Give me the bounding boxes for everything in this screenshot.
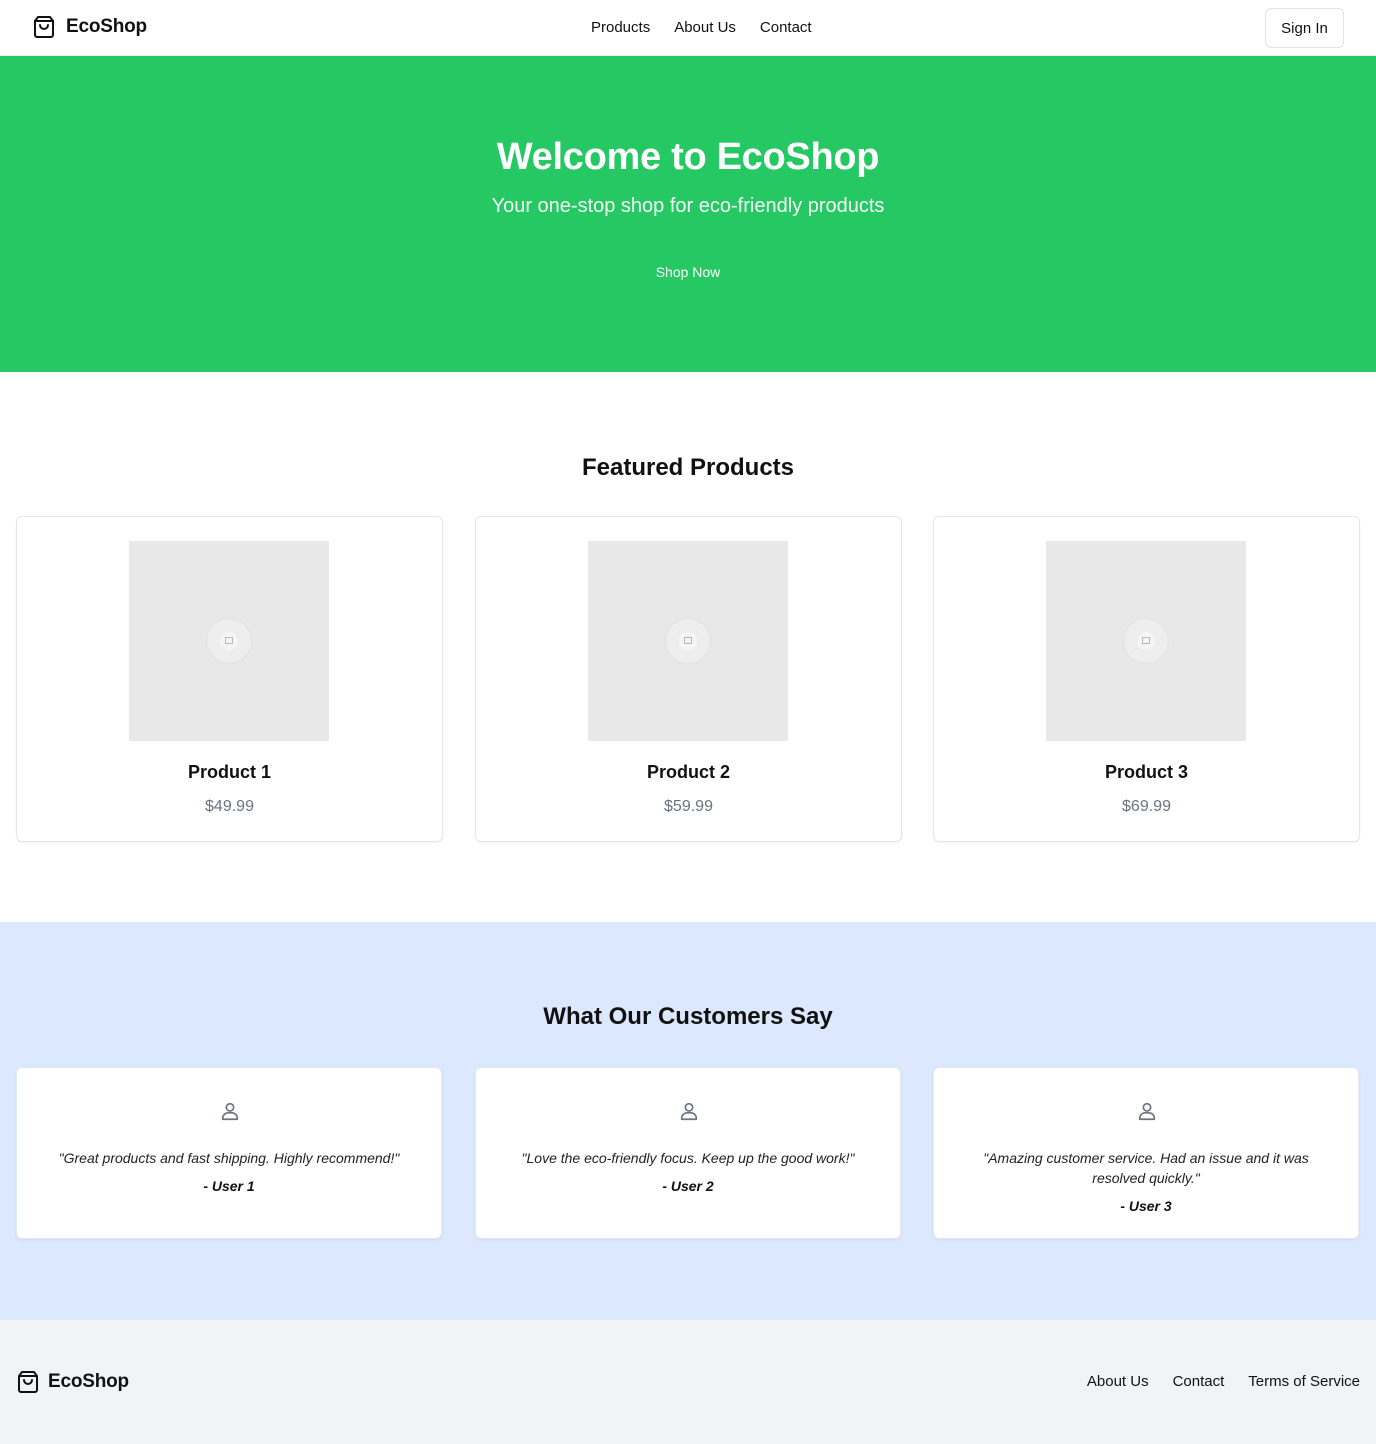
brand-name: EcoShop	[66, 16, 147, 37]
product-card[interactable]: Product 3 $69.99	[933, 516, 1360, 842]
footer-brand-name: EcoShop	[48, 1371, 129, 1392]
testimonial-card: "Amazing customer service. Had an issue …	[933, 1067, 1359, 1239]
testimonial-card: "Great products and fast shipping. Highl…	[16, 1067, 442, 1239]
footer-brand-logo[interactable]: EcoShop	[16, 1370, 129, 1394]
product-card[interactable]: Product 1 $49.99	[16, 516, 443, 842]
product-name: Product 1	[187, 762, 271, 782]
sign-in-button[interactable]: Sign In	[1265, 8, 1344, 48]
testimonial-quote: "Amazing customer service. Had an issue …	[983, 1150, 1309, 1186]
footer-link-contact[interactable]: Contact	[1173, 1372, 1225, 1392]
testimonial-author: - User 1	[203, 1178, 255, 1194]
site-footer: EcoShop About Us Contact Terms of Servic…	[0, 1320, 1376, 1444]
testimonials-section: What Our Customers Say "Great products a…	[0, 922, 1376, 1320]
product-image[interactable]	[588, 541, 788, 741]
broken-image-icon	[206, 618, 252, 664]
testimonials-title: What Our Customers Say	[543, 1003, 833, 1030]
testimonial-quote: "Great products and fast shipping. Highl…	[58, 1150, 400, 1166]
nav-link-about-us[interactable]: About Us	[674, 18, 736, 38]
nav-link-contact[interactable]: Contact	[760, 18, 812, 38]
user-icon	[1138, 1102, 1156, 1121]
user-icon	[680, 1102, 698, 1121]
product-name: Product 2	[646, 762, 730, 782]
product-card[interactable]: Product 2 $59.99	[475, 516, 902, 842]
brand-logo[interactable]: EcoShop	[32, 15, 147, 39]
shop-now-button[interactable]: Shop Now	[628, 254, 748, 290]
footer-nav: About Us Contact Terms of Service	[1087, 1372, 1360, 1392]
hero-subtitle: Your one-stop shop for eco-friendly prod…	[491, 195, 885, 217]
testimonial-author: - User 2	[662, 1178, 714, 1194]
hero-section: Welcome to EcoShop Your one-stop shop fo…	[0, 56, 1376, 372]
user-icon	[221, 1102, 239, 1121]
main-nav: Products About Us Contact	[591, 18, 812, 38]
testimonial-author: - User 3	[1120, 1198, 1172, 1214]
testimonial-quote: "Love the eco-friendly focus. Keep up th…	[521, 1150, 855, 1166]
testimonial-card: "Love the eco-friendly focus. Keep up th…	[475, 1067, 901, 1239]
product-image[interactable]	[129, 541, 329, 741]
nav-link-products[interactable]: Products	[591, 18, 650, 38]
site-header: EcoShop Products About Us Contact Sign I…	[0, 0, 1376, 56]
product-name: Product 3	[1104, 762, 1188, 782]
broken-image-icon	[665, 618, 711, 664]
footer-link-about-us[interactable]: About Us	[1087, 1372, 1149, 1392]
broken-image-icon	[1123, 618, 1169, 664]
product-price: $69.99	[1122, 798, 1171, 815]
shopping-bag-icon	[18, 1371, 38, 1393]
hero-title: Welcome to EcoShop	[496, 136, 880, 178]
featured-products-title: Featured Products	[581, 454, 795, 481]
product-price: $59.99	[664, 798, 713, 815]
product-price: $49.99	[205, 798, 254, 815]
footer-link-terms-of-service[interactable]: Terms of Service	[1248, 1372, 1360, 1392]
product-image[interactable]	[1046, 541, 1246, 741]
shopping-bag-icon	[34, 16, 54, 38]
